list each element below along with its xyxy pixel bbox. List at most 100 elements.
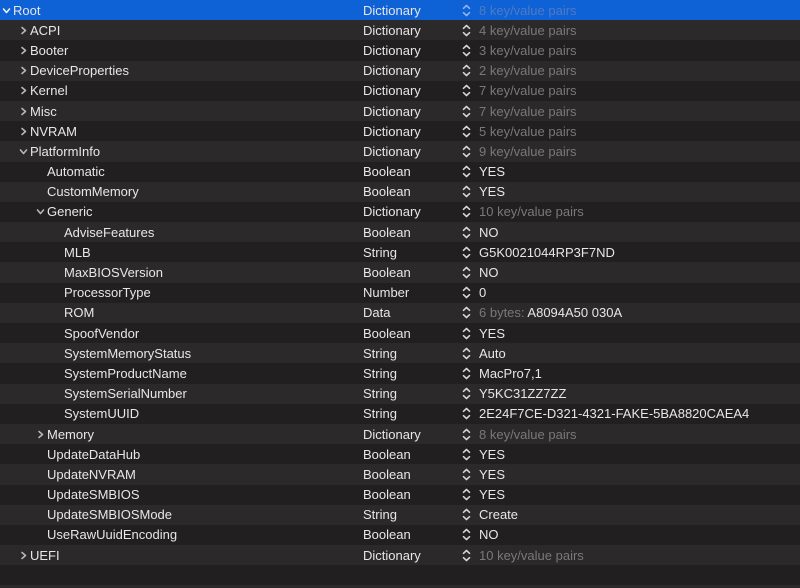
table-row[interactable]: Memory Dictionary 8 key/value pairs	[0, 423, 800, 445]
key-cell: AdviseFeatures	[0, 225, 363, 240]
value-text: NO	[479, 265, 499, 281]
table-row[interactable]: UpdateSMBIOSMode String Create	[0, 504, 800, 525]
table-row[interactable]: Kernel Dictionary 7 key/value pairs	[0, 80, 800, 101]
type-stepper-icon[interactable]	[456, 105, 477, 118]
type-stepper-icon[interactable]	[456, 306, 477, 319]
key-label: SystemMemoryStatus	[64, 345, 192, 361]
table-row[interactable]: UseRawUuidEncoding Boolean NO	[0, 524, 800, 546]
key-label: Misc	[30, 103, 57, 119]
table-row[interactable]: UpdateNVRAM Boolean YES	[0, 464, 800, 485]
type-stepper-icon[interactable]	[456, 549, 477, 562]
table-row[interactable]: Booter Dictionary 3 key/value pairs	[0, 40, 800, 61]
chevron-right-icon[interactable]	[17, 105, 30, 118]
value-text: YES	[479, 446, 506, 462]
table-row[interactable]: MaxBIOSVersion Boolean NO	[0, 262, 800, 283]
table-row[interactable]: AdviseFeatures Boolean NO	[0, 222, 800, 243]
table-row[interactable]: MLB String G5K0021044RP3F7ND	[0, 242, 800, 263]
table-row[interactable]: SystemProductName String MacPro7,1	[0, 363, 800, 384]
type-stepper-icon[interactable]	[456, 387, 477, 400]
type-stepper-icon[interactable]	[456, 44, 477, 57]
value-text: 9 key/value pairs	[479, 143, 577, 159]
disclosure-chevron-icon	[51, 266, 64, 279]
chevron-down-icon[interactable]	[34, 205, 47, 218]
chevron-right-icon[interactable]	[17, 24, 30, 37]
table-row[interactable]: ACPI Dictionary 4 key/value pairs	[0, 20, 800, 41]
chevron-right-icon[interactable]	[17, 125, 30, 138]
value-text: YES	[479, 164, 506, 180]
key-cell: Booter	[0, 43, 363, 58]
type-stepper-icon[interactable]	[456, 64, 477, 77]
table-row[interactable]: SystemMemoryStatus String Auto	[0, 343, 800, 364]
key-label: DeviceProperties	[30, 63, 129, 79]
type-stepper-icon[interactable]	[456, 488, 477, 501]
table-row[interactable]: SystemSerialNumber String Y5KC31ZZ7ZZ	[0, 383, 800, 404]
key-label: MLB	[64, 244, 91, 260]
key-label: Kernel	[30, 83, 68, 99]
table-row[interactable]: ProcessorType Number 0	[0, 282, 800, 303]
table-row[interactable]: Misc Dictionary 7 key/value pairs	[0, 100, 800, 122]
type-stepper-icon[interactable]	[456, 286, 477, 299]
table-row[interactable]: CustomMemory Boolean YES	[0, 181, 800, 202]
type-stepper-icon[interactable]	[456, 468, 477, 481]
type-stepper-icon[interactable]	[456, 246, 477, 259]
table-row[interactable]: SpoofVendor Boolean YES	[0, 323, 800, 344]
key-label: ROM	[64, 305, 95, 321]
disclosure-chevron-icon	[51, 347, 64, 360]
value-label: 7 key/value pairs	[477, 83, 800, 98]
table-row[interactable]: DeviceProperties Dictionary 2 key/value …	[0, 60, 800, 81]
type-stepper-icon[interactable]	[456, 4, 477, 17]
chevron-down-icon[interactable]	[17, 145, 30, 158]
type-stepper-icon[interactable]	[456, 226, 477, 239]
table-row[interactable]: UpdateSMBIOS Boolean YES	[0, 484, 800, 505]
value-text: 3 key/value pairs	[479, 42, 577, 58]
chevron-down-icon[interactable]	[0, 4, 13, 17]
table-row[interactable]: NVRAM Dictionary 5 key/value pairs	[0, 121, 800, 142]
plist-outliner: Root Dictionary 8 key/value pairs ACPI D…	[0, 0, 800, 588]
value-label: 0	[477, 285, 800, 300]
chevron-right-icon[interactable]	[17, 549, 30, 562]
type-stepper-icon[interactable]	[456, 84, 477, 97]
table-row[interactable]: Generic Dictionary 10 key/value pairs	[0, 201, 800, 223]
chevron-right-icon[interactable]	[17, 64, 30, 77]
type-stepper-icon[interactable]	[456, 205, 477, 218]
type-label: Dictionary	[363, 63, 421, 79]
key-cell: Kernel	[0, 83, 363, 98]
key-label: UpdateSMBIOS	[47, 487, 140, 503]
key-label: UEFI	[30, 547, 60, 563]
table-row[interactable]: PlatformInfo Dictionary 9 key/value pair…	[0, 141, 800, 162]
type-stepper-icon[interactable]	[456, 347, 477, 360]
type-stepper-icon[interactable]	[456, 185, 477, 198]
type-label: Dictionary	[363, 547, 421, 563]
disclosure-chevron-icon	[51, 407, 64, 420]
key-label: NVRAM	[30, 123, 77, 139]
chevron-right-icon[interactable]	[34, 428, 47, 441]
type-stepper-icon[interactable]	[456, 407, 477, 420]
type-stepper-icon[interactable]	[456, 508, 477, 521]
type-stepper-icon[interactable]	[456, 145, 477, 158]
table-row[interactable]: ROM Data 6 bytes: A8094A50 030A	[0, 302, 800, 323]
type-stepper-icon[interactable]	[456, 266, 477, 279]
table-row[interactable]: Automatic Boolean YES	[0, 161, 800, 182]
key-label: Generic	[47, 204, 93, 220]
table-row[interactable]: Root Dictionary 8 key/value pairs	[0, 0, 800, 21]
value-label: Create	[477, 507, 800, 522]
chevron-right-icon[interactable]	[17, 84, 30, 97]
value-label: 8 key/value pairs	[477, 3, 800, 18]
value-label: YES	[477, 487, 800, 502]
table-row[interactable]: UEFI Dictionary 10 key/value pairs	[0, 545, 800, 566]
type-stepper-icon[interactable]	[456, 327, 477, 340]
type-stepper-icon[interactable]	[456, 24, 477, 37]
table-row[interactable]: UpdateDataHub Boolean YES	[0, 444, 800, 465]
type-stepper-icon[interactable]	[456, 428, 477, 441]
type-stepper-icon[interactable]	[456, 528, 477, 541]
type-stepper-icon[interactable]	[456, 367, 477, 380]
table-row[interactable]: SystemUUID String 2E24F7CE-D321-4321-FAK…	[0, 403, 800, 424]
chevron-right-icon[interactable]	[17, 44, 30, 57]
type-stepper-icon[interactable]	[456, 125, 477, 138]
type-stepper-icon[interactable]	[456, 165, 477, 178]
type-stepper-icon[interactable]	[456, 448, 477, 461]
